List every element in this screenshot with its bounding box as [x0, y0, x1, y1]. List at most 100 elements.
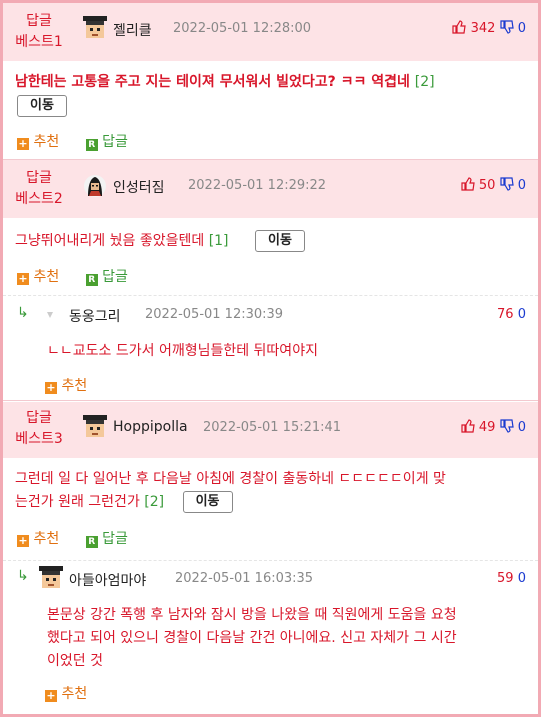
nickname[interactable]: Hoppipolla — [113, 419, 188, 435]
avatar — [39, 566, 63, 588]
plus-icon: + — [45, 689, 57, 702]
reply-date: 2022-05-01 12:30:39 — [145, 307, 284, 322]
reply-divider — [3, 560, 538, 561]
nickname[interactable]: 젤리클 — [113, 20, 152, 40]
comment-date: 2022-05-01 12:29:22 — [188, 178, 327, 193]
up-count: 50 — [478, 178, 496, 193]
recommend-button[interactable]: + 추천 — [17, 269, 59, 285]
nickname[interactable]: 동옹그리 — [69, 306, 121, 326]
reply-arrow-icon: ↳ — [17, 305, 29, 321]
comment-header: 답글 베스트3 Hoppipolla 2022-05-01 15:21:41 4… — [3, 402, 538, 458]
best-label-line1: 답글 — [26, 170, 52, 186]
reply-text: 본문상 강간 폭행 후 남자와 잠시 방을 나왔을 때 직원에게 도움을 요청 … — [47, 604, 532, 673]
best-badge: 답글 베스트2 — [9, 168, 69, 210]
avatar — [83, 16, 107, 38]
plus-icon: + — [17, 534, 29, 547]
reply-actions: + 추천 — [45, 683, 109, 703]
comment-body-line2-wrap: 는건가 원래 그런건가 [2] 이동 — [15, 491, 530, 514]
reply-text: ㄴㄴ교도소 드가서 어깨형님들한테 뒤따여야지 — [47, 343, 318, 359]
recommend-button[interactable]: + 추천 — [45, 686, 87, 702]
plus-icon: + — [17, 272, 29, 285]
thumb-down-icon[interactable] — [499, 177, 514, 191]
comment-body: 그냥뛰어내리게 눴음 좋았을텐데 — [15, 233, 205, 249]
best-label-line2: 베스트1 — [15, 34, 63, 50]
down-count: 0 — [517, 420, 526, 435]
comment-body-line2: 는건가 원래 그런건가 — [15, 494, 140, 510]
recommend-label: 추천 — [61, 378, 88, 394]
up-count: 342 — [470, 21, 496, 36]
down-count: 0 — [517, 21, 526, 36]
move-button[interactable]: 이동 — [17, 95, 67, 117]
reply-r-icon: R — [85, 274, 98, 286]
best-badge: 답글 베스트1 — [9, 11, 69, 53]
reply-button[interactable]: R 답글 — [85, 269, 128, 286]
reply-date: 2022-05-01 16:03:35 — [175, 571, 314, 586]
comment-body: 남한테는 고통을 주고 지는 테이져 무서워서 빌었다고? ㅋㅋ 역겹네 — [15, 74, 410, 90]
comment-body-line1: 그런데 일 다 일어난 후 다음날 아침에 경찰이 출동하네 ㄷㄷㄷㄷㄷ이게 맞 — [15, 471, 446, 487]
recommend-label: 추천 — [33, 134, 60, 150]
plus-icon: + — [17, 137, 29, 150]
nickname[interactable]: 아들아엄마야 — [69, 570, 146, 590]
comment-date: 2022-05-01 12:28:00 — [173, 21, 312, 36]
comment-header: 답글 베스트1 젤리클 2022-05-01 12:28:00 342 0 — [3, 3, 538, 61]
move-button[interactable]: 이동 — [182, 491, 233, 513]
avatar — [47, 312, 53, 318]
thumb-down-icon[interactable] — [499, 419, 514, 433]
reply-count: [2] — [144, 494, 165, 510]
comment-actions: + 추천 R 답글 — [17, 266, 128, 286]
recommend-label: 추천 — [33, 269, 60, 285]
reply-down-count: 0 — [517, 307, 526, 322]
thumb-up-icon[interactable] — [461, 177, 475, 191]
up-count: 49 — [478, 420, 496, 435]
comment-text: 남한테는 고통을 주고 지는 테이져 무서워서 빌었다고? ㅋㅋ 역겹네 [2] — [15, 71, 435, 94]
reply-vote-counts: 59 0 — [497, 571, 526, 586]
thumb-down-icon[interactable] — [499, 20, 514, 34]
reply-divider — [3, 295, 538, 296]
recommend-label: 추천 — [33, 531, 60, 547]
move-button[interactable]: 이동 — [254, 230, 305, 252]
reply-button[interactable]: R 답글 — [85, 531, 128, 548]
comment-header: 답글 베스트2 인성터짐 2022-05-01 12:29:22 50 0 — [3, 160, 538, 218]
plus-icon: + — [45, 381, 57, 394]
reply-button[interactable]: R 답글 — [85, 134, 128, 151]
reply-label: 답글 — [102, 269, 128, 285]
vote-counts: 342 0 — [452, 20, 526, 36]
thumb-up-icon[interactable] — [452, 20, 467, 34]
reply-actions: + 추천 — [45, 375, 109, 395]
move-button-wrap: 이동 — [17, 95, 67, 117]
reply-label: 답글 — [102, 531, 128, 547]
best-label-line2: 베스트3 — [15, 431, 63, 447]
reply-body-line3: 이었던 것 — [47, 653, 103, 669]
recommend-button[interactable]: + 추천 — [45, 378, 87, 394]
recommend-button[interactable]: + 추천 — [17, 531, 59, 547]
comment-actions: + 추천 R 답글 — [17, 528, 128, 548]
comment-text: 그냥뛰어내리게 눴음 좋았을텐데 [1] 이동 — [15, 230, 305, 253]
reply-up-count: 59 — [497, 571, 514, 586]
reply-r-icon: R — [85, 139, 98, 151]
reply-body-line1: 본문상 강간 폭행 후 남자와 잠시 방을 나왔을 때 직원에게 도움을 요청 — [47, 607, 457, 623]
reply-arrow-icon: ↳ — [17, 568, 29, 584]
reply-r-icon: R — [85, 536, 98, 548]
reply-body-line2: 했다고 되어 있으니 경찰이 다음날 간건 아니에요. 신고 자체가 그 시간 — [47, 630, 457, 646]
avatar — [84, 175, 106, 197]
thumb-up-icon[interactable] — [461, 419, 475, 433]
reply-count: [1] — [208, 233, 229, 249]
vote-counts: 50 0 — [461, 177, 526, 193]
nickname[interactable]: 인성터짐 — [113, 177, 165, 197]
vote-counts: 49 0 — [461, 419, 526, 435]
reply-count: [2] — [414, 74, 435, 90]
recommend-button[interactable]: + 추천 — [17, 134, 59, 150]
recommend-label: 추천 — [61, 686, 88, 702]
best-label-line1: 답글 — [26, 13, 52, 29]
down-count: 0 — [517, 178, 526, 193]
reply-down-count: 0 — [517, 571, 526, 586]
best-badge: 답글 베스트3 — [9, 408, 69, 450]
comment-actions: + 추천 R 답글 — [17, 131, 128, 151]
avatar — [83, 415, 107, 437]
reply-label: 답글 — [102, 134, 128, 150]
best-label-line2: 베스트2 — [15, 191, 63, 207]
divider — [3, 400, 538, 401]
reply-up-count: 76 — [497, 307, 514, 322]
reply-vote-counts: 76 0 — [497, 307, 526, 322]
comment-text: 그런데 일 다 일어난 후 다음날 아침에 경찰이 출동하네 ㄷㄷㄷㄷㄷ이게 맞… — [15, 468, 530, 514]
